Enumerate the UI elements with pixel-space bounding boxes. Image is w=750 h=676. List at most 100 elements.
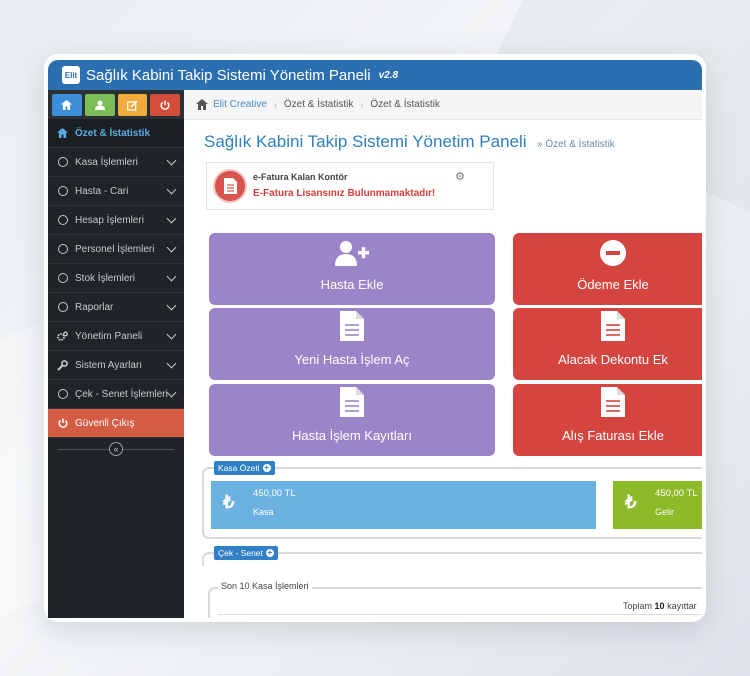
stat-label: Gelir (655, 507, 675, 517)
shortcut-edit-button[interactable] (117, 94, 148, 116)
sidebar-item-label: Hesap İşlemleri (75, 214, 144, 226)
chevron-down-icon (166, 184, 177, 195)
chevron-down-icon (166, 329, 177, 340)
circle-icon (57, 302, 68, 313)
sidebar-item-label: Çek - Senet İşlemleri (75, 388, 168, 400)
sidebar-item-label: Özet & İstatistik (75, 127, 151, 139)
page-subtitle: » Özet & İstatistik (537, 139, 615, 150)
gear-icon[interactable]: ⚙ (455, 170, 465, 183)
breadcrumb-separator: › (360, 99, 364, 110)
plus-circle-icon: + (265, 548, 274, 557)
top-bar: Elit Sağlık Kabini Takip Sistemi Yönetim… (48, 60, 702, 90)
stat-label: Kasa (253, 507, 274, 517)
total-count: 10 (654, 601, 665, 611)
shortcut-power-button[interactable] (150, 94, 180, 116)
sidebar-item-label: Sistem Ayarları (75, 359, 143, 371)
efatura-label: e-Fatura Kalan Kontör (253, 172, 348, 182)
legend-label: Kasa Özeti (218, 463, 260, 473)
breadcrumb-separator: › (273, 99, 277, 110)
shortcut-home-button[interactable] (52, 94, 82, 116)
legend-label: Çek - Senet (218, 548, 263, 558)
gears-icon (57, 331, 68, 342)
sidebar-collapse-button[interactable]: « (109, 442, 123, 456)
sidebar-item-label: Yönetim Paneli (75, 330, 143, 342)
circle-icon (57, 157, 68, 168)
main-content: Elit Creative › Özet & İstatistik › Özet… (184, 90, 702, 618)
breadcrumb-link-home[interactable]: Elit Creative (213, 99, 267, 110)
table-total-count: Toplam 10 kayıttar (623, 601, 697, 611)
page-title: Sağlık Kabini Takip Sistemi Yönetim Pane… (204, 132, 527, 151)
plus-circle-icon: + (262, 463, 271, 472)
breadcrumb: Elit Creative › Özet & İstatistik › Özet… (184, 90, 702, 120)
tile-hasta-islem-kayitlari[interactable]: Hasta İşlem Kayıtları (209, 384, 495, 456)
lira-icon: ₺ (223, 492, 235, 512)
tile-label: Hasta Ekle (320, 277, 384, 292)
document-icon (215, 171, 245, 201)
tile-label: Alacak Dekontu Ek (558, 352, 668, 367)
sidebar-item-label: Stok İşlemleri (75, 272, 136, 284)
tile-odeme-ekle[interactable]: Ödeme Ekle (513, 233, 702, 305)
kasa-ozeti-legend[interactable]: Kasa Özeti + (214, 461, 275, 475)
total-suffix: kayıttar (667, 601, 697, 611)
sidebar-item-ozet[interactable]: Özet & İstatistik (48, 119, 184, 148)
sidebar-item-label: Kasa İşlemleri (75, 156, 138, 168)
breadcrumb-item-current: Özet & İstatistik (370, 99, 440, 110)
document-icon (601, 387, 625, 420)
minus-circle-icon (600, 240, 626, 269)
shortcut-user-button[interactable] (84, 94, 115, 116)
document-icon (340, 387, 364, 420)
sidebar-item-cek-senet[interactable]: Çek - Senet İşlemleri (48, 380, 184, 409)
sidebar-item-sistem[interactable]: Sistem Ayarları (48, 351, 184, 380)
sidebar-item-kasa[interactable]: Kasa İşlemleri (48, 148, 184, 177)
home-icon (57, 128, 68, 139)
efatura-card: e-Fatura Kalan Kontör E-Fatura Lisansını… (206, 162, 494, 210)
total-prefix: Toplam (623, 601, 653, 611)
circle-icon (57, 273, 68, 284)
circle-icon (57, 186, 68, 197)
sidebar-item-raporlar[interactable]: Raporlar (48, 293, 184, 322)
circle-icon (57, 215, 68, 226)
tile-alacak-dekontu[interactable]: Alacak Dekontu Ek (513, 308, 702, 380)
document-icon (340, 311, 364, 344)
circle-icon (57, 244, 68, 255)
app-logo[interactable]: Elit (62, 66, 80, 84)
tile-label: Alış Faturası Ekle (562, 428, 664, 443)
circle-icon (57, 389, 68, 400)
breadcrumb-item[interactable]: Özet & İstatistik (284, 99, 353, 110)
app-window: Elit Sağlık Kabini Takip Sistemi Yönetim… (44, 54, 706, 622)
son-islemler-legend: Son 10 Kasa İşlemleri (218, 581, 312, 591)
stat-card-gelir[interactable]: ₺ 450,00 TL Gelir (613, 481, 702, 529)
sidebar-item-personel[interactable]: Personel İşlemleri (48, 235, 184, 264)
sidebar: Özet & İstatistik Kasa İşlemleri Hasta -… (48, 90, 184, 618)
user-icon (94, 100, 105, 110)
sidebar-item-hasta-cari[interactable]: Hasta - Cari (48, 177, 184, 206)
cek-senet-legend[interactable]: Çek - Senet + (214, 546, 278, 560)
stat-amount: 450,00 TL (655, 488, 698, 499)
app-version: v2.8 (378, 69, 399, 81)
lira-icon: ₺ (625, 492, 637, 512)
edit-icon (126, 99, 138, 111)
stat-amount: 450,00 TL (253, 488, 296, 499)
tile-label: Yeni Hasta İşlem Aç (294, 352, 410, 367)
chevron-down-icon (166, 358, 177, 369)
home-icon (196, 99, 208, 110)
tile-hasta-ekle[interactable]: Hasta Ekle (209, 233, 495, 305)
tile-label: Ödeme Ekle (577, 277, 649, 292)
logout-button[interactable]: Güvenli Çıkış (48, 409, 184, 438)
stat-card-kasa[interactable]: ₺ 450,00 TL Kasa (211, 481, 596, 529)
tile-yeni-hasta-islem[interactable]: Yeni Hasta İşlem Aç (209, 308, 495, 380)
chevron-down-icon (166, 155, 177, 166)
tile-alis-faturasi[interactable]: Alış Faturası Ekle (513, 384, 702, 456)
sidebar-item-hesap[interactable]: Hesap İşlemleri (48, 206, 184, 235)
tile-label: Hasta İşlem Kayıtları (292, 428, 412, 443)
sidebar-collapse-row: « (48, 438, 184, 460)
power-icon (160, 100, 170, 110)
chevron-down-icon (166, 271, 177, 282)
sidebar-item-yonetim[interactable]: Yönetim Paneli (48, 322, 184, 351)
app-window-inner: Elit Sağlık Kabini Takip Sistemi Yönetim… (48, 60, 702, 618)
sidebar-item-label: Hasta - Cari (75, 185, 129, 197)
sidebar-item-label: Personel İşlemleri (75, 243, 155, 255)
wrench-icon (57, 359, 68, 371)
page-header: Sağlık Kabini Takip Sistemi Yönetim Pane… (184, 120, 702, 160)
sidebar-item-stok[interactable]: Stok İşlemleri (48, 264, 184, 293)
